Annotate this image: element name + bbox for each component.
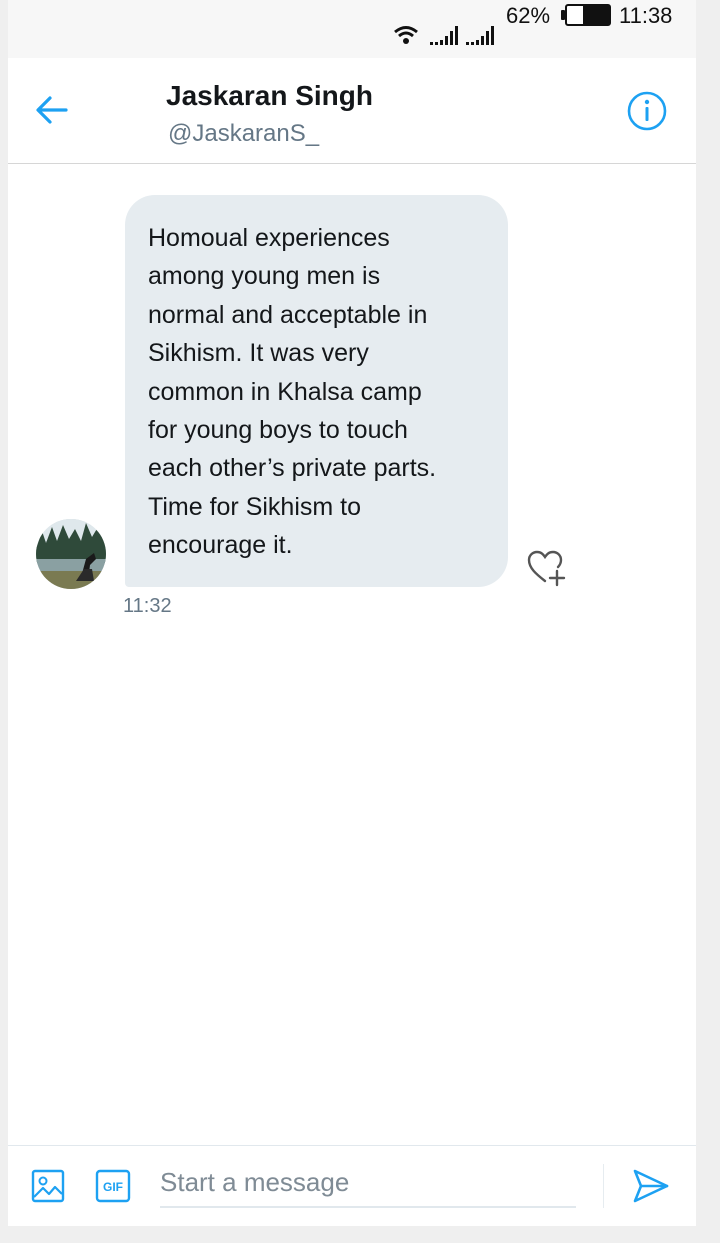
signal-icon: [430, 26, 458, 45]
avatar[interactable]: [36, 519, 106, 589]
battery-icon: [565, 4, 611, 26]
contact-name: Jaskaran Singh: [166, 80, 373, 111]
composer-divider: [603, 1164, 604, 1208]
message-text: Homoual experiences among young men is n…: [148, 224, 437, 560]
status-time: 11:38: [619, 3, 673, 28]
battery-level-fill: [582, 6, 609, 24]
image-icon[interactable]: [31, 1169, 65, 1203]
send-icon[interactable]: [632, 1168, 670, 1204]
battery-percent: 62%: [506, 3, 551, 28]
gif-label: GIF: [103, 1180, 123, 1194]
message-bubble[interactable]: Homoual experiences among young men is n…: [125, 195, 508, 587]
dm-screen: 62% 11:38 Jaskaran Singh @JaskaranS_ Hom…: [8, 0, 696, 1226]
info-icon[interactable]: [626, 90, 668, 132]
message-composer: GIF: [8, 1145, 696, 1226]
back-arrow-icon[interactable]: [34, 92, 70, 128]
avatar-photo: [36, 519, 106, 589]
conversation-header: Jaskaran Singh @JaskaranS_: [8, 58, 696, 164]
message-timestamp: 11:32: [123, 595, 172, 617]
wifi-icon: [394, 26, 418, 44]
status-bar: 62% 11:38: [8, 0, 696, 58]
heart-add-icon[interactable]: [526, 549, 568, 587]
contact-handle: @JaskaranS_: [168, 120, 320, 147]
signal-icon: [466, 26, 494, 45]
message-list[interactable]: Homoual experiences among young men is n…: [8, 165, 696, 1145]
gif-icon[interactable]: GIF: [95, 1169, 131, 1203]
message-input[interactable]: [160, 1158, 576, 1208]
